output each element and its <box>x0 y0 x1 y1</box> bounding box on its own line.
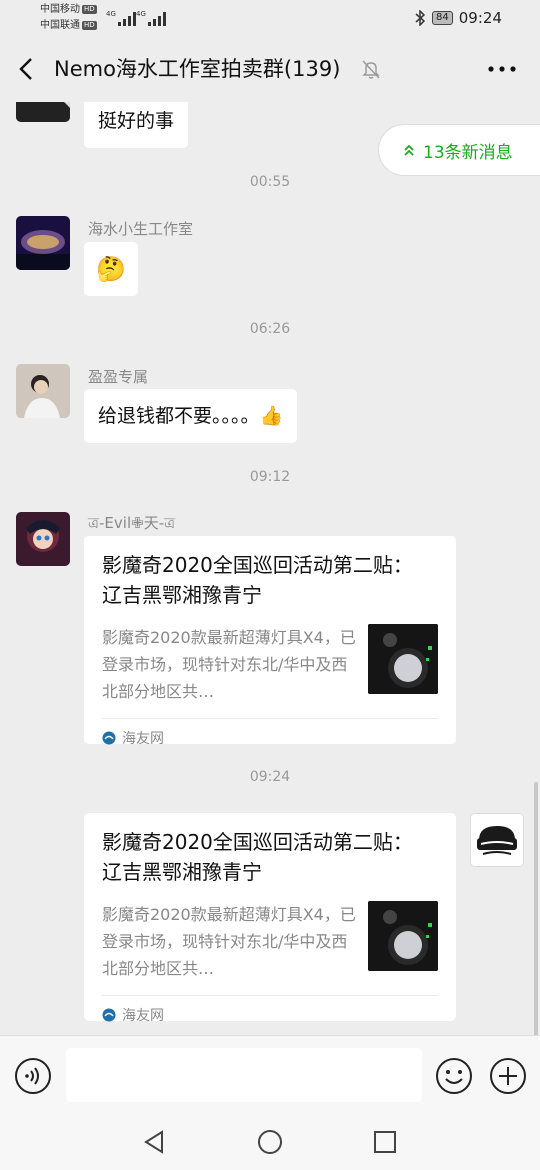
input-bar <box>0 1035 540 1115</box>
mute-icon <box>362 60 380 79</box>
card-source: 海友网 <box>102 718 438 756</box>
nav-back-icon[interactable] <box>140 1127 170 1157</box>
avatar[interactable] <box>470 813 524 867</box>
svg-text:4G: 4G <box>106 10 116 18</box>
timestamp: 09:24 <box>249 769 291 785</box>
timestamp: 09:12 <box>249 469 291 485</box>
svg-text:4G: 4G <box>136 10 146 18</box>
status-time: 09:24 <box>458 9 502 27</box>
avatar[interactable] <box>16 102 70 122</box>
card-description: 影魔奇2020款最新超薄灯具X4，已登录市场，现特针对东北/华中及西北部分地区共… <box>102 905 356 978</box>
message-bubble[interactable]: 挺好的事 <box>84 102 189 148</box>
double-chevron-up-icon <box>404 144 414 156</box>
card-source: 海友网 <box>102 995 438 1033</box>
timestamp: 06:26 <box>249 321 291 337</box>
system-nav-bar <box>0 1115 540 1170</box>
sender-name: 盈盈专属 <box>88 368 149 386</box>
battery-indicator: 84 <box>432 11 453 25</box>
more-icon[interactable] <box>486 56 518 82</box>
nav-recent-icon[interactable] <box>370 1127 400 1157</box>
title-bar: Nemo海水工作室拍卖群(139) <box>0 36 540 102</box>
card-description: 影魔奇2020款最新超薄灯具X4，已登录市场，现特针对东北/华中及西北部分地区共… <box>102 628 356 701</box>
card-title: 影魔奇2020全国巡回活动第二贴： 辽吉黑鄂湘豫青宁 <box>102 553 413 607</box>
emoji-icon[interactable] <box>434 1056 474 1096</box>
new-messages-button[interactable]: 13条新消息 <box>378 124 540 176</box>
card-thumbnail <box>368 624 438 694</box>
avatar[interactable] <box>16 512 70 566</box>
signal-icon: 4G <box>136 10 166 26</box>
carrier-1: 中国移动 HD <box>40 4 97 15</box>
bluetooth-icon <box>415 10 426 26</box>
carrier-2: 中国联通 HD <box>40 20 97 31</box>
plus-icon[interactable] <box>488 1056 528 1096</box>
message-bubble[interactable]: 🤔 <box>84 242 138 296</box>
message-bubble[interactable]: 给退钱都不要。。。。👍 <box>84 389 298 443</box>
sender-name: ত্র-Evil✙天-ত্র <box>88 514 176 532</box>
back-icon[interactable] <box>12 54 42 84</box>
link-card[interactable]: 影魔奇2020全国巡回活动第二贴： 辽吉黑鄂湘豫青宁 影魔奇2020款最新超薄灯… <box>84 813 456 1024</box>
timestamp: 00:55 <box>249 174 291 190</box>
message-input[interactable] <box>66 1048 422 1102</box>
status-bar: 中国移动 HD 中国联通 HD 4G 4G 84 09:24 <box>0 0 540 36</box>
voice-icon[interactable] <box>14 1057 52 1095</box>
source-icon <box>102 731 116 744</box>
scrollbar[interactable] <box>534 782 538 1035</box>
card-thumbnail <box>368 901 438 971</box>
nav-home-icon[interactable] <box>255 1127 285 1157</box>
source-icon <box>102 1008 116 1021</box>
chat-area[interactable]: 挺好的事 00:55 海水小生工作室 🤔 06:26 盈盈专属 给退钱都不要。。… <box>0 102 540 1035</box>
link-card[interactable]: 影魔奇2020全国巡回活动第二贴： 辽吉黑鄂湘豫青宁 影魔奇2020款最新超薄灯… <box>84 536 456 747</box>
avatar[interactable] <box>16 364 70 418</box>
chat-title: Nemo海水工作室拍卖群(139) <box>54 57 341 81</box>
avatar[interactable] <box>16 216 70 270</box>
card-title: 影魔奇2020全国巡回活动第二贴： 辽吉黑鄂湘豫青宁 <box>102 830 413 884</box>
sender-name: 海水小生工作室 <box>88 220 194 238</box>
